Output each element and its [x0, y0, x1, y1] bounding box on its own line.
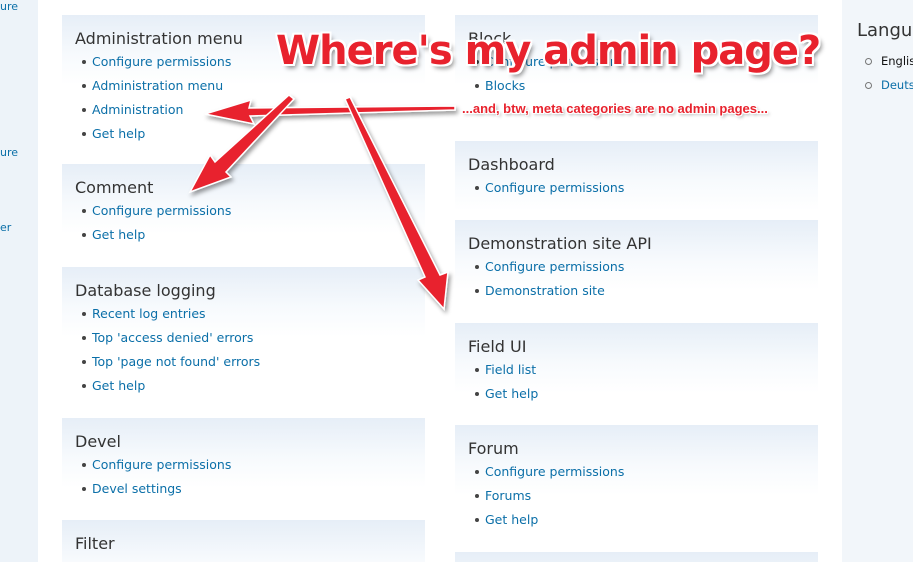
panel-title: Forum: [468, 439, 519, 458]
panel-title: Devel: [75, 432, 121, 451]
panel-next-partial: [455, 552, 818, 562]
language-block-title: Langu: [857, 20, 913, 41]
panel-field-ui: Field UI Field list Get help: [455, 323, 818, 415]
bullet-icon: [82, 108, 86, 112]
list-item: Demonstration site: [475, 281, 818, 305]
panel-link-list: Field list Get help: [455, 360, 818, 408]
bullet-icon: [475, 289, 479, 293]
list-item: Forums: [475, 486, 818, 510]
panel-link[interactable]: Top 'page not found' errors: [92, 354, 260, 369]
panel-database-logging: Database logging Recent log entries Top …: [62, 267, 425, 407]
left-sidebar-link[interactable]: er: [0, 221, 11, 234]
panel-link[interactable]: Recent log entries: [92, 306, 206, 321]
bullet-icon: [475, 186, 479, 190]
panel-title: Dashboard: [468, 155, 555, 174]
list-item: Blocks: [475, 76, 818, 100]
bullet-icon: [82, 233, 86, 237]
bullet-icon: [82, 487, 86, 491]
panel-comment: Comment Configure permissions Get help: [62, 164, 425, 256]
list-item: Configure permissions: [475, 178, 818, 202]
annotation-title: Where's my admin page?: [276, 28, 821, 74]
panel-dashboard: Dashboard Configure permissions: [455, 141, 818, 209]
panel-devel: Devel Configure permissions Devel settin…: [62, 418, 425, 510]
panel-link[interactable]: Forums: [485, 488, 531, 503]
bullet-icon: [82, 336, 86, 340]
bullet-icon: [82, 312, 86, 316]
panel-link[interactable]: Configure permissions: [92, 203, 231, 218]
left-sidebar-strip: ure ure er: [0, 0, 38, 562]
bullet-icon: [82, 463, 86, 467]
bullet-icon: [475, 518, 479, 522]
language-switcher-block: Langu Englis Deuts: [842, 0, 913, 562]
bullet-icon: [475, 265, 479, 269]
list-item: Devel settings: [82, 479, 425, 503]
language-list: Englis Deuts: [858, 52, 913, 100]
panel-link[interactable]: Get help: [485, 386, 538, 401]
list-item: Get help: [82, 225, 425, 249]
panel-demonstration-site-api: Demonstration site API Configure permiss…: [455, 220, 818, 312]
bullet-icon: [82, 384, 86, 388]
panel-title: Comment: [75, 178, 154, 197]
panel-title: Demonstration site API: [468, 234, 652, 253]
list-item: Get help: [82, 376, 425, 400]
left-sidebar-link[interactable]: ure: [0, 146, 18, 159]
bullet-icon: [475, 494, 479, 498]
panel-link[interactable]: Devel settings: [92, 481, 182, 496]
panel-forum: Forum Configure permissions Forums Get h…: [455, 425, 818, 541]
list-item: Get help: [82, 124, 425, 148]
list-item: Configure permissions: [475, 257, 818, 281]
panel-link-list: Configure permissions Demonstration site: [455, 257, 818, 305]
language-item-deutsch[interactable]: Deuts: [858, 76, 913, 100]
panel-link-list: Configure permissions Devel settings: [62, 455, 425, 503]
list-item: Administration menu: [82, 76, 425, 100]
list-item: Configure permissions: [475, 462, 818, 486]
panel-title: Field UI: [468, 337, 527, 356]
bullet-icon: [82, 132, 86, 136]
panel-link[interactable]: Configure permissions: [92, 457, 231, 472]
panel-link[interactable]: Administration menu: [92, 78, 223, 93]
bullet-icon: [475, 368, 479, 372]
panel-link-list: Recent log entries Top 'access denied' e…: [62, 304, 425, 400]
list-item: Top 'access denied' errors: [82, 328, 425, 352]
panel-link[interactable]: Demonstration site: [485, 283, 605, 298]
left-sidebar-link[interactable]: ure: [0, 0, 18, 13]
panel-link-list: Configure permissions: [455, 178, 818, 202]
panel-link[interactable]: Get help: [92, 227, 145, 242]
panel-title: Filter: [75, 534, 115, 553]
panel-link-list: Configure permissions Get help: [62, 201, 425, 249]
panel-filter: Filter: [62, 520, 425, 562]
list-item: Field list: [475, 360, 818, 384]
list-item: Administration: [82, 100, 425, 124]
bullet-icon: [82, 209, 86, 213]
panel-link[interactable]: Get help: [485, 512, 538, 527]
panel-link-list: Configure permissions Forums Get help: [455, 462, 818, 534]
panel-link[interactable]: Top 'access denied' errors: [92, 330, 253, 345]
panel-link[interactable]: Get help: [92, 378, 145, 393]
list-item: Top 'page not found' errors: [82, 352, 425, 376]
list-item: Recent log entries: [82, 304, 425, 328]
annotation-subtitle: ...and, btw, meta categories are no admi…: [462, 101, 768, 116]
list-item: Configure permissions: [82, 455, 425, 479]
bullet-icon: [82, 360, 86, 364]
panel-link[interactable]: Configure permissions: [485, 259, 624, 274]
panel-link[interactable]: Field list: [485, 362, 536, 377]
bullet-icon: [82, 60, 86, 64]
list-item: Configure permissions: [82, 201, 425, 225]
panel-link[interactable]: Get help: [92, 126, 145, 141]
bullet-icon: [475, 84, 479, 88]
language-item-english[interactable]: Englis: [858, 52, 913, 76]
bullet-icon: [475, 392, 479, 396]
panel-link[interactable]: Administration: [92, 102, 183, 117]
bullet-icon: [82, 84, 86, 88]
panel-link[interactable]: Configure permissions: [485, 464, 624, 479]
panel-link[interactable]: Configure permissions: [92, 54, 231, 69]
bullet-icon: [475, 470, 479, 474]
panel-link[interactable]: Configure permissions: [485, 180, 624, 195]
list-item: Get help: [475, 384, 818, 408]
list-item: Get help: [475, 510, 818, 534]
panel-link[interactable]: Blocks: [485, 78, 525, 93]
panel-title: Database logging: [75, 281, 216, 300]
